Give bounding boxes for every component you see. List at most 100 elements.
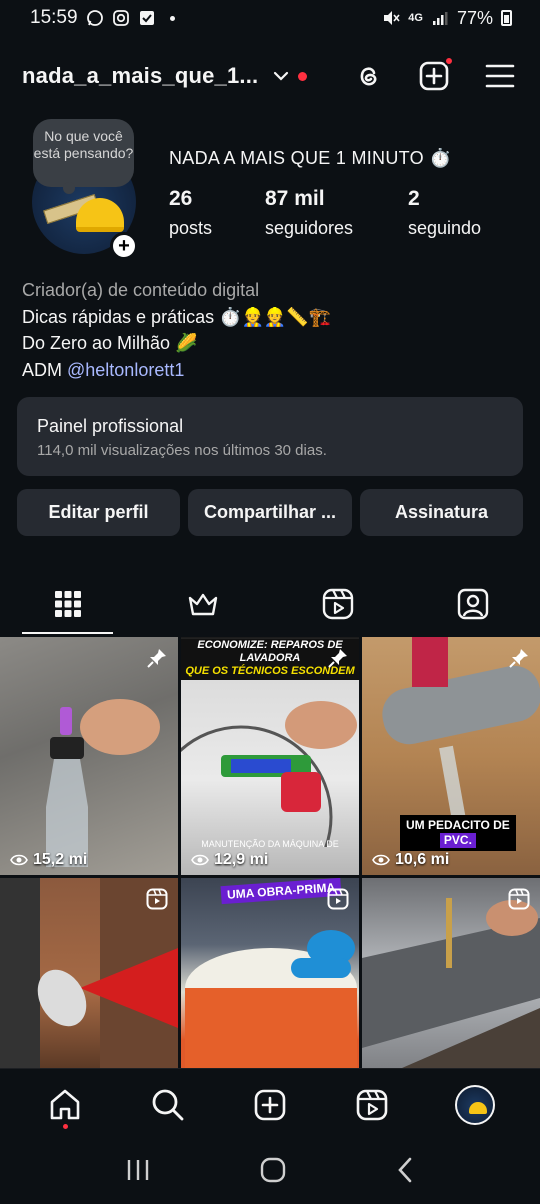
bio-category: Criador(a) de conteúdo digital xyxy=(22,280,260,300)
nav-home[interactable] xyxy=(35,1075,95,1135)
post-views: 10,6 mi xyxy=(372,851,449,869)
status-time: 15:59 xyxy=(30,7,78,28)
post-caption-line-1: UM PEDACITO DE xyxy=(406,818,510,832)
following-label: seguindo xyxy=(408,218,482,238)
home-icon xyxy=(50,1089,80,1119)
bio-mention-link[interactable]: @heltonlorett1 xyxy=(67,360,184,380)
posts-grid: 15,2 mi ECONOMIZE: REPAROS DE LAVADORA Q… xyxy=(0,637,540,1068)
recents-icon[interactable] xyxy=(125,1158,151,1187)
add-story-icon[interactable]: + xyxy=(110,232,138,260)
battery-icon xyxy=(501,10,512,26)
following-count: 2 xyxy=(408,187,420,210)
eye-icon xyxy=(191,854,209,866)
account-notification-dot xyxy=(298,71,308,81)
battery-percent: 77% xyxy=(456,7,493,28)
edit-profile-button[interactable]: Editar perfil xyxy=(17,489,180,536)
signal-icon xyxy=(431,9,449,27)
pinned-icon xyxy=(508,647,530,674)
post-views: 12,9 mi xyxy=(191,851,268,869)
nav-search[interactable] xyxy=(138,1075,198,1135)
tab-grid[interactable] xyxy=(0,574,135,634)
reel-icon xyxy=(508,888,530,915)
create-icon xyxy=(254,1089,286,1120)
grid-post-4[interactable] xyxy=(0,878,178,1068)
pinned-icon xyxy=(146,647,168,674)
search-icon xyxy=(152,1089,183,1120)
stat-posts[interactable]: 26 posts xyxy=(169,186,265,241)
menu-icon xyxy=(485,64,515,88)
subscription-button[interactable]: Assinatura xyxy=(360,489,523,536)
tab-reels[interactable] xyxy=(270,574,405,634)
nav-profile[interactable] xyxy=(445,1075,505,1135)
home-circle-icon[interactable] xyxy=(260,1157,286,1188)
whatsapp-icon xyxy=(86,9,104,27)
eye-icon xyxy=(372,854,390,866)
post-thumbnail-bottle xyxy=(46,699,160,867)
note-bubble[interactable]: No que você está pensando? xyxy=(33,119,134,194)
username[interactable]: nada_a_mais_que_1... xyxy=(22,63,258,89)
grid-post-5[interactable]: UMA OBRA-PRIMA xyxy=(181,878,359,1068)
posts-label: posts xyxy=(169,218,213,238)
post-caption-bottom: MANUTENÇÃO DA MÁQUINA DE xyxy=(201,839,339,849)
post-views-count: 10,6 mi xyxy=(395,851,450,868)
tab-tagged[interactable] xyxy=(405,574,540,634)
bio-line-1: Dicas rápidas e práticas ⏱️👷👷📏🏗️ xyxy=(22,306,332,327)
profile-stats: 26 posts 87 mil seguidores 2 seguindo xyxy=(169,186,510,241)
pro-panel-subtitle: 114,0 mil visualizações nos últimos 30 d… xyxy=(37,442,327,459)
followers-label: seguidores xyxy=(265,218,354,238)
post-views: 15,2 mi xyxy=(10,851,87,869)
bio-line-3: ADM @heltonlorett1 xyxy=(22,357,331,384)
profile-avatar-icon xyxy=(454,1084,495,1125)
grid-post-2[interactable]: ECONOMIZE: REPAROS DE LAVADORA QUE OS TÉ… xyxy=(181,637,359,875)
reel-icon xyxy=(146,888,168,915)
status-bar: 15:59 4G 77% xyxy=(0,0,540,36)
professional-dashboard[interactable]: Painel profissional 114,0 mil visualizaç… xyxy=(17,397,523,476)
system-navigation xyxy=(0,1140,540,1204)
profile-bio: Criador(a) de conteúdo digital Dicas ráp… xyxy=(22,277,331,383)
eye-icon xyxy=(10,854,28,866)
grid-post-6[interactable] xyxy=(362,878,540,1068)
tagged-icon xyxy=(457,588,488,620)
grid-icon xyxy=(54,591,81,617)
home-notification-dot xyxy=(63,1123,69,1129)
threads-button[interactable] xyxy=(350,58,386,94)
mute-icon xyxy=(382,9,400,27)
reel-icon xyxy=(327,888,349,915)
profile-header: nada_a_mais_que_1... xyxy=(22,52,518,100)
back-icon[interactable] xyxy=(395,1157,415,1188)
post-views-count: 12,9 mi xyxy=(214,851,269,868)
bio-adm-prefix: ADM xyxy=(22,359,67,380)
post-views-count: 15,2 mi xyxy=(33,851,88,868)
bio-line-2: Do Zero ao Milhão 🌽 xyxy=(22,333,198,353)
share-profile-button[interactable]: Compartilhar ... xyxy=(188,489,352,536)
profile-tabs xyxy=(0,574,540,634)
pinned-icon xyxy=(327,647,349,674)
post-thumbnail-bike xyxy=(181,701,357,847)
pro-panel-title: Painel profissional xyxy=(37,416,184,436)
threads-icon xyxy=(360,67,377,86)
nav-create[interactable] xyxy=(240,1075,300,1135)
bottom-navigation xyxy=(0,1068,540,1140)
chevron-down-icon[interactable] xyxy=(272,67,290,85)
crown-icon xyxy=(188,593,217,616)
nav-reels[interactable] xyxy=(342,1075,402,1135)
create-badge xyxy=(444,56,454,66)
grid-post-1[interactable]: 15,2 mi xyxy=(0,637,178,875)
post-caption: UM PEDACITO DE PVC. xyxy=(400,815,516,851)
posts-count: 26 xyxy=(169,187,193,210)
post-caption-line-2: PVC. xyxy=(439,833,476,848)
followers-count: 87 mil xyxy=(265,187,325,210)
reels-icon xyxy=(322,588,353,620)
notification-dot-icon xyxy=(169,15,175,21)
profile-actions: Editar perfil Compartilhar ... Assinatur… xyxy=(17,489,523,536)
checkbox-icon xyxy=(138,9,156,27)
reels-icon xyxy=(357,1089,388,1120)
menu-button[interactable] xyxy=(482,58,518,94)
tab-subscriptions[interactable] xyxy=(135,574,270,634)
grid-post-3[interactable]: UM PEDACITO DE PVC. 10,6 mi xyxy=(362,637,540,875)
instagram-icon xyxy=(112,9,130,27)
create-button[interactable] xyxy=(416,56,454,94)
stat-followers[interactable]: 87 mil seguidores xyxy=(265,186,408,241)
network-type: 4G xyxy=(408,12,423,24)
stat-following[interactable]: 2 seguindo xyxy=(408,186,481,241)
